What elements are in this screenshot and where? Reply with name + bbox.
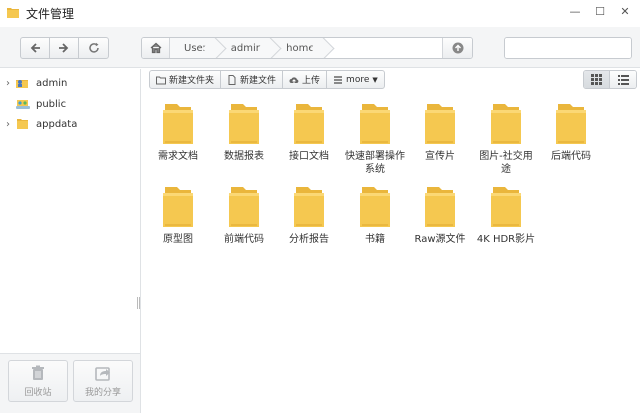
- recycle-bin-button[interactable]: 回收站: [8, 360, 68, 402]
- forward-button[interactable]: [50, 38, 79, 58]
- user-folder-icon: [16, 80, 28, 88]
- view-toggle: [583, 70, 637, 89]
- window-title: 文件管理: [26, 7, 75, 21]
- home-icon: [150, 42, 161, 54]
- back-button[interactable]: [21, 38, 50, 58]
- caret-down-icon: ▼: [372, 75, 378, 84]
- parent-folder-button[interactable]: [442, 38, 472, 58]
- folder-item[interactable]: 分析报告: [278, 185, 340, 246]
- navigation-toolbar: User admin home: [0, 27, 640, 68]
- folder-label: 数据报表: [224, 151, 264, 162]
- arrow-left-icon: [30, 43, 40, 53]
- trash-icon: [32, 365, 44, 380]
- folder-item[interactable]: 快速部署操作系统: [344, 102, 406, 176]
- grid-view-button[interactable]: [584, 71, 610, 88]
- close-button[interactable]: ✕: [615, 2, 635, 22]
- folder-label: 4K HDR影片: [476, 234, 536, 245]
- folder-icon: [360, 104, 390, 144]
- sidebar-item-appdata[interactable]: › appdata: [0, 115, 77, 133]
- sidebar-footer: 回收站 我的分享: [0, 353, 140, 413]
- folder-item[interactable]: 后端代码: [540, 102, 602, 163]
- search-input[interactable]: [505, 38, 631, 58]
- folder-label: 分析报告: [289, 234, 329, 245]
- maximize-button[interactable]: ☐: [590, 2, 610, 22]
- folder-icon: [17, 119, 28, 129]
- sidebar-item-admin[interactable]: › admin: [0, 74, 67, 92]
- folder-label: 书籍: [365, 234, 385, 245]
- arrow-up-circle-icon: [452, 42, 463, 54]
- folder-label: 需求文档: [158, 151, 198, 162]
- folder-label: 图片-社交用途: [479, 151, 533, 175]
- search-box: [504, 37, 632, 59]
- folder-label: 宣传片: [425, 151, 455, 162]
- folder-icon: [163, 104, 193, 144]
- folder-icon: [360, 187, 390, 227]
- refresh-icon: [88, 42, 99, 53]
- breadcrumb: User admin home: [141, 37, 473, 59]
- recycle-bin-label: 回收站: [24, 387, 52, 398]
- home-button[interactable]: [142, 38, 170, 58]
- chevron-right-icon[interactable]: ›: [0, 78, 16, 89]
- my-shares-button[interactable]: 我的分享: [73, 360, 133, 402]
- folder-label: 前端代码: [224, 234, 264, 245]
- sidebar-item-label: public: [36, 98, 67, 110]
- folder-label: 接口文档: [289, 151, 329, 162]
- folder-label: 快速部署操作系统: [345, 151, 405, 175]
- title-bar: 文件管理 — ☐ ✕: [0, 0, 640, 26]
- folder-icon: [229, 187, 259, 227]
- folder-item[interactable]: 前端代码: [213, 185, 275, 246]
- new-file-icon: [228, 74, 236, 85]
- folder-icon: [556, 104, 586, 144]
- file-grid: 需求文档 数据报表 接口文档 快速部署操作系统 宣传片 图片-社交用途 后端代码原型图 前端代…: [141, 92, 640, 413]
- sidebar-item-public[interactable]: public: [0, 95, 66, 113]
- sidebar-item-label: admin: [36, 77, 68, 89]
- folder-label: 原型图: [163, 234, 193, 245]
- folder-icon: [491, 187, 521, 227]
- folder-icon: [294, 187, 324, 227]
- new-folder-button[interactable]: 新建文件夹: [150, 71, 222, 88]
- folder-icon: [294, 104, 324, 144]
- list-icon: [334, 75, 343, 84]
- grid-icon: [591, 74, 602, 85]
- share-icon: [95, 366, 110, 381]
- sidebar-item-label: appdata: [36, 118, 78, 130]
- chevron-right-icon[interactable]: ›: [0, 119, 16, 130]
- new-folder-icon: [156, 76, 166, 84]
- folder-item[interactable]: 数据报表: [213, 102, 275, 163]
- folder-icon: [163, 187, 193, 227]
- folder-item[interactable]: 原型图: [147, 185, 209, 246]
- cloud-upload-icon: [289, 76, 299, 83]
- file-actions-bar: 新建文件夹 新建文件 上传 more ▼: [141, 69, 640, 91]
- folder-icon: [425, 104, 455, 144]
- folder-item[interactable]: Raw源文件: [409, 185, 471, 246]
- list-view-button[interactable]: [610, 71, 636, 88]
- refresh-button[interactable]: [79, 38, 108, 58]
- folder-item[interactable]: 宣传片: [409, 102, 471, 163]
- arrow-right-icon: [59, 43, 69, 53]
- sidebar: › admin public › appdata 回收站 我的分享: [0, 69, 141, 413]
- folder-item[interactable]: 书籍: [344, 185, 406, 246]
- folder-icon: [229, 104, 259, 144]
- folder-icon: [491, 104, 521, 144]
- history-nav-group: [20, 37, 109, 59]
- folder-item[interactable]: 需求文档: [147, 102, 209, 163]
- folder-app-icon: [7, 8, 19, 18]
- folder-item[interactable]: 接口文档: [278, 102, 340, 163]
- minimize-button[interactable]: —: [565, 2, 585, 22]
- list-view-icon: [617, 75, 629, 85]
- folder-item[interactable]: 图片-社交用途: [475, 102, 537, 176]
- new-file-button[interactable]: 新建文件: [221, 71, 284, 88]
- my-shares-label: 我的分享: [84, 387, 121, 398]
- folder-item[interactable]: 4K HDR影片: [475, 185, 537, 246]
- folder-icon: [425, 187, 455, 227]
- folder-label: Raw源文件: [414, 234, 466, 245]
- more-menu-button[interactable]: more ▼: [327, 71, 384, 88]
- file-actions-group: 新建文件夹 新建文件 上传 more ▼: [149, 70, 385, 89]
- breadcrumb-item-user[interactable]: User: [170, 38, 217, 58]
- upload-button[interactable]: 上传: [283, 71, 328, 88]
- folder-label: 后端代码: [551, 151, 591, 162]
- resize-handle[interactable]: [137, 297, 140, 309]
- shared-folder-icon: [16, 100, 30, 109]
